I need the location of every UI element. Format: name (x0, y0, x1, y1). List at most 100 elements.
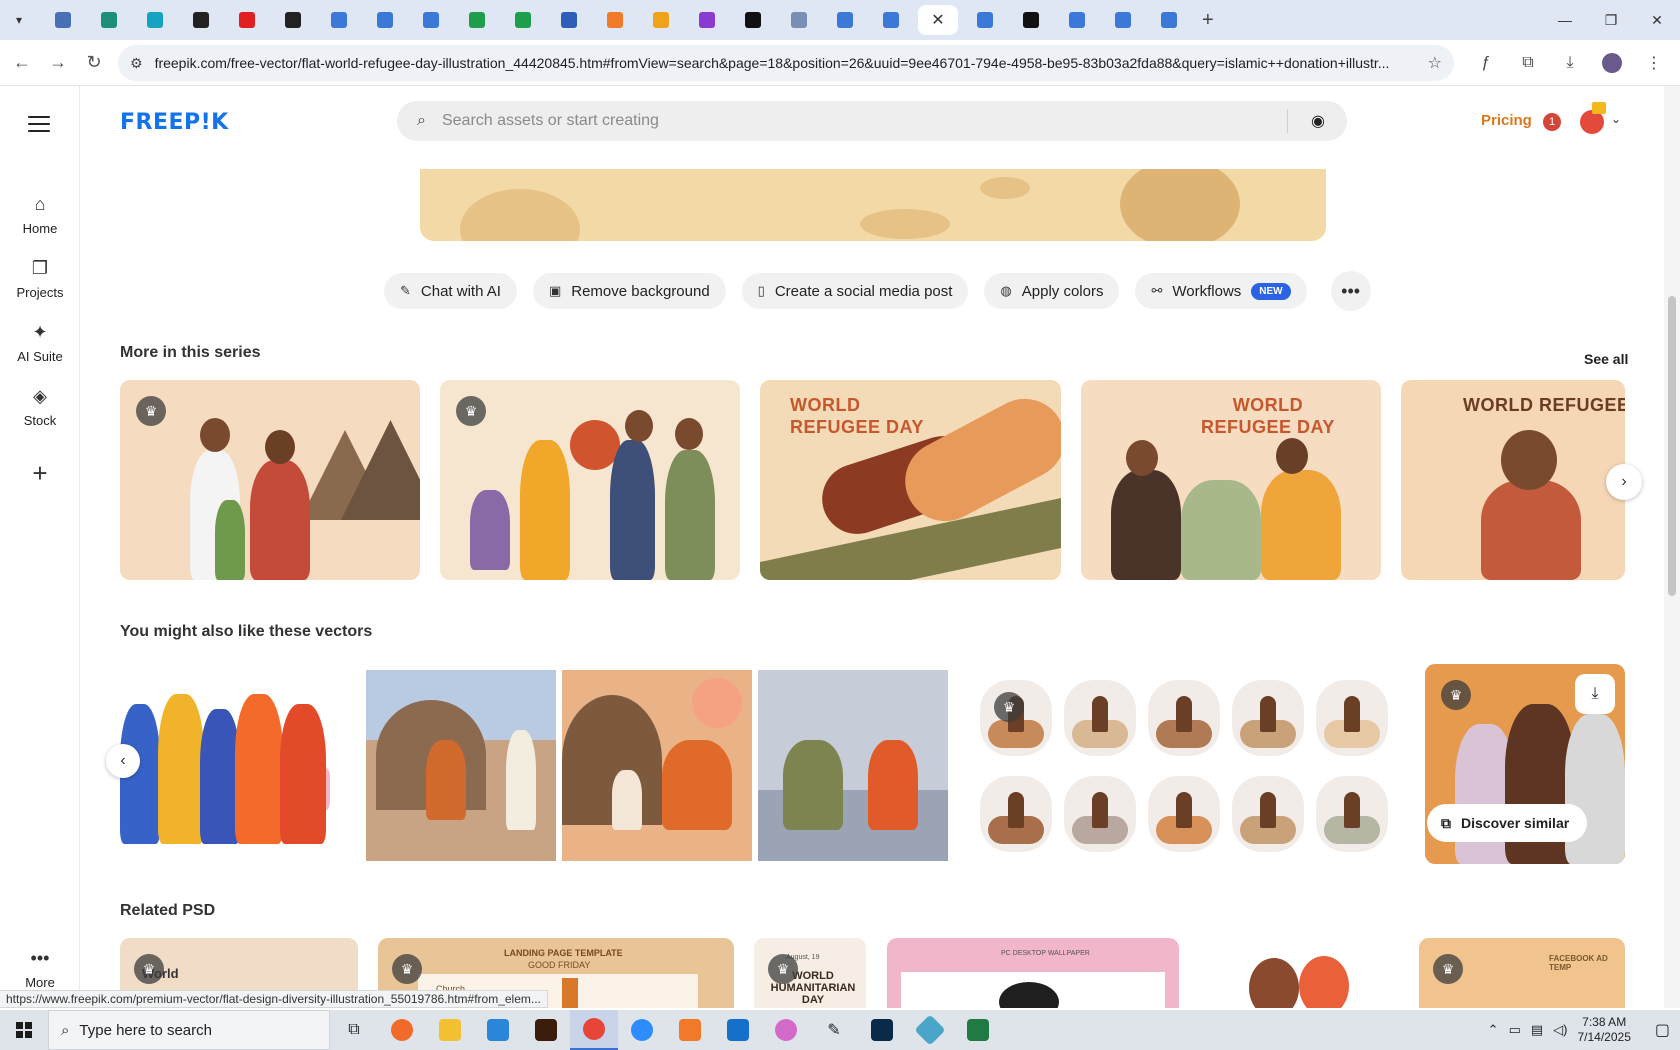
active-browser-tab[interactable]: ✕ (918, 5, 958, 35)
new-tab-button[interactable]: + (1202, 9, 1214, 32)
outlook-icon[interactable] (714, 1010, 762, 1050)
reload-icon[interactable]: ↻ (76, 45, 112, 81)
vector-card[interactable] (120, 664, 335, 869)
firefox-icon[interactable] (378, 1010, 426, 1050)
network-icon[interactable]: ▤ (1531, 1022, 1543, 1038)
photoshop-icon[interactable] (858, 1010, 906, 1050)
sidebar-item-more[interactable]: ••• More (0, 948, 80, 990)
download-icon[interactable]: ⤓ (1575, 674, 1615, 714)
bookmark-star-icon[interactable]: ☆ (1428, 53, 1442, 73)
browser-tab[interactable] (182, 5, 220, 35)
browser-tab[interactable] (458, 5, 496, 35)
illustrator-icon[interactable] (522, 1010, 570, 1050)
notification-badge[interactable]: 1 (1543, 113, 1561, 131)
vector-tile[interactable] (980, 776, 1052, 852)
browser-tab[interactable] (688, 5, 726, 35)
close-tab-icon[interactable]: ✕ (931, 10, 944, 30)
carousel-prev-chevron-icon[interactable]: ‹ (106, 744, 140, 778)
sidebar-item-home[interactable]: ⌂ Home (0, 194, 80, 236)
sidebar-item-ai-suite[interactable]: ✦ AI Suite (0, 322, 80, 364)
site-info-icon[interactable]: ⚙ (130, 55, 143, 72)
volume-icon[interactable]: ◁) (1553, 1022, 1567, 1038)
vector-tile[interactable] (1316, 776, 1388, 852)
paint-icon[interactable] (762, 1010, 810, 1050)
address-url[interactable]: freepik.com/free-vector/flat-world-refug… (155, 55, 1425, 71)
series-card[interactable]: WORLD REFUGEE DAY (1081, 380, 1381, 580)
browser-tab[interactable] (550, 5, 588, 35)
psd-card[interactable]: August, 19 WORLD HUMANITARIAN DAY ♛ (754, 938, 866, 1008)
browser-tab[interactable] (780, 5, 818, 35)
browser-tab[interactable] (642, 5, 680, 35)
browser-tab[interactable] (1012, 5, 1050, 35)
carousel-next-chevron-icon[interactable]: › (1606, 464, 1642, 500)
start-button[interactable] (0, 1010, 48, 1050)
search-input[interactable] (441, 112, 1242, 130)
browser-menu-icon[interactable]: ⋮ (1636, 45, 1672, 81)
series-card[interactable]: WORLD REFUGEE DA (1401, 380, 1625, 580)
taskbar-search[interactable]: ⌕ Type here to search (48, 1010, 330, 1050)
vector-tile[interactable] (1316, 680, 1388, 756)
chevron-down-icon[interactable]: ⌄ (1611, 112, 1621, 126)
main-illustration-preview[interactable] (420, 169, 1326, 241)
vector-card[interactable] (758, 670, 948, 861)
forward-icon[interactable]: → (40, 45, 76, 81)
chat-with-ai-button[interactable]: ✎ Chat with AI (384, 273, 517, 309)
monitor-icon[interactable]: ▭ (1509, 1022, 1521, 1038)
zoom-icon[interactable] (618, 1010, 666, 1050)
vector-tile[interactable] (1232, 776, 1304, 852)
create-social-post-button[interactable]: ▯ Create a social media post (741, 273, 969, 309)
browser-tab[interactable] (1104, 5, 1142, 35)
browser-tab[interactable] (366, 5, 404, 35)
close-window-icon[interactable]: ✕ (1634, 0, 1680, 40)
browser-tab[interactable] (274, 5, 312, 35)
browser-tab[interactable] (136, 5, 174, 35)
minimize-icon[interactable]: — (1542, 0, 1588, 40)
pen-tool-icon[interactable]: ✎ (810, 1010, 858, 1050)
back-icon[interactable]: ← (4, 45, 40, 81)
vector-tile[interactable] (1064, 680, 1136, 756)
browser-tab[interactable] (872, 5, 910, 35)
discover-similar-button[interactable]: ⧉ Discover similar (1427, 804, 1588, 842)
address-bar[interactable]: ⚙ freepik.com/free-vector/flat-world-ref… (118, 45, 1454, 81)
series-card[interactable]: WORLD REFUGEE DAY (760, 380, 1061, 580)
vector-card[interactable] (562, 670, 752, 861)
vector-tile[interactable] (1148, 680, 1220, 756)
excel-icon[interactable] (954, 1010, 1002, 1050)
freepik-logo[interactable]: FREEP!K (120, 110, 229, 135)
vector-tile[interactable] (1232, 680, 1304, 756)
vector-card[interactable]: ♛ (980, 680, 1390, 860)
chrome-icon[interactable] (570, 1010, 618, 1050)
profile-avatar[interactable] (1594, 45, 1630, 81)
hamburger-menu-icon[interactable] (28, 116, 50, 132)
extensions-icon[interactable]: ⧉ (1510, 45, 1546, 81)
pricing-link[interactable]: Pricing (1481, 112, 1532, 129)
clock[interactable]: 7:38 AM 7/14/2025 (1577, 1015, 1630, 1045)
font-extension-icon[interactable]: ƒ (1468, 45, 1504, 81)
notification-center-icon[interactable]: ▢ (1655, 1020, 1670, 1040)
xampp-icon[interactable] (666, 1010, 714, 1050)
browser-tab[interactable] (1150, 5, 1188, 35)
psd-card[interactable] (1199, 938, 1399, 1008)
tray-chevron-icon[interactable]: ⌃ (1488, 1022, 1499, 1038)
restore-icon[interactable]: ❐ (1588, 0, 1634, 40)
psd-card[interactable]: PC DESKTOP WALLPAPER (887, 938, 1179, 1008)
vector-tile[interactable] (1148, 776, 1220, 852)
remove-background-button[interactable]: ▣ Remove background (532, 273, 726, 309)
browser-tab[interactable] (734, 5, 772, 35)
page-scrollbar[interactable] (1664, 86, 1680, 1008)
download-icon[interactable]: ⤓ (1552, 45, 1588, 81)
browser-tab[interactable] (412, 5, 450, 35)
app-diamond-icon[interactable] (906, 1010, 954, 1050)
browser-tab[interactable] (826, 5, 864, 35)
browser-tab[interactable] (90, 5, 128, 35)
apply-colors-button[interactable]: ◍ Apply colors (984, 273, 1120, 309)
browser-tab[interactable] (44, 5, 82, 35)
series-card[interactable]: ♛ (440, 380, 740, 580)
task-view-icon[interactable]: ⧉ (330, 1010, 378, 1050)
more-actions-icon[interactable]: ••• (1330, 271, 1371, 311)
tab-search-chevron-icon[interactable]: ▾ (6, 7, 32, 33)
browser-tab[interactable] (228, 5, 266, 35)
browser-tab[interactable] (596, 5, 634, 35)
vector-tile[interactable] (1064, 776, 1136, 852)
browser-tab[interactable] (966, 5, 1004, 35)
